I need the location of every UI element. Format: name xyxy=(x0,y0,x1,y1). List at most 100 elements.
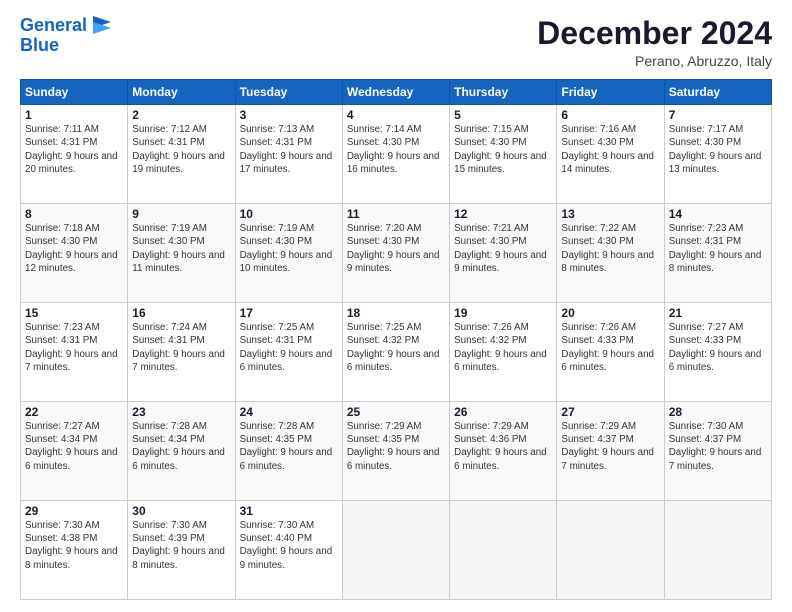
day-number: 5 xyxy=(454,108,552,122)
day-cell: 7Sunrise: 7:17 AMSunset: 4:30 PMDaylight… xyxy=(664,105,771,204)
day-cell xyxy=(664,501,771,600)
day-info: Sunrise: 7:20 AMSunset: 4:30 PMDaylight:… xyxy=(347,222,445,275)
weekday-header-monday: Monday xyxy=(128,80,235,105)
day-number: 28 xyxy=(669,405,767,419)
day-cell: 15Sunrise: 7:23 AMSunset: 4:31 PMDayligh… xyxy=(21,303,128,402)
day-info: Sunrise: 7:16 AMSunset: 4:30 PMDaylight:… xyxy=(561,123,659,176)
day-cell: 1Sunrise: 7:11 AMSunset: 4:31 PMDaylight… xyxy=(21,105,128,204)
day-info: Sunrise: 7:27 AMSunset: 4:34 PMDaylight:… xyxy=(25,420,123,473)
day-cell: 29Sunrise: 7:30 AMSunset: 4:38 PMDayligh… xyxy=(21,501,128,600)
week-row-2: 8Sunrise: 7:18 AMSunset: 4:30 PMDaylight… xyxy=(21,204,772,303)
day-number: 25 xyxy=(347,405,445,419)
calendar-table: SundayMondayTuesdayWednesdayThursdayFrid… xyxy=(20,79,772,600)
weekday-header-thursday: Thursday xyxy=(450,80,557,105)
logo-general: General xyxy=(20,15,87,35)
day-number: 14 xyxy=(669,207,767,221)
day-number: 31 xyxy=(240,504,338,518)
day-cell: 30Sunrise: 7:30 AMSunset: 4:39 PMDayligh… xyxy=(128,501,235,600)
day-number: 21 xyxy=(669,306,767,320)
page: General Blue December 2024 Perano, Abruz… xyxy=(0,0,792,612)
day-cell: 17Sunrise: 7:25 AMSunset: 4:31 PMDayligh… xyxy=(235,303,342,402)
day-info: Sunrise: 7:29 AMSunset: 4:36 PMDaylight:… xyxy=(454,420,552,473)
day-cell xyxy=(342,501,449,600)
day-number: 9 xyxy=(132,207,230,221)
day-cell: 14Sunrise: 7:23 AMSunset: 4:31 PMDayligh… xyxy=(664,204,771,303)
day-cell: 10Sunrise: 7:19 AMSunset: 4:30 PMDayligh… xyxy=(235,204,342,303)
day-info: Sunrise: 7:18 AMSunset: 4:30 PMDaylight:… xyxy=(25,222,123,275)
day-info: Sunrise: 7:23 AMSunset: 4:31 PMDaylight:… xyxy=(669,222,767,275)
day-info: Sunrise: 7:15 AMSunset: 4:30 PMDaylight:… xyxy=(454,123,552,176)
day-info: Sunrise: 7:19 AMSunset: 4:30 PMDaylight:… xyxy=(132,222,230,275)
day-number: 19 xyxy=(454,306,552,320)
day-info: Sunrise: 7:29 AMSunset: 4:35 PMDaylight:… xyxy=(347,420,445,473)
day-info: Sunrise: 7:22 AMSunset: 4:30 PMDaylight:… xyxy=(561,222,659,275)
day-info: Sunrise: 7:30 AMSunset: 4:40 PMDaylight:… xyxy=(240,519,338,572)
day-cell: 3Sunrise: 7:13 AMSunset: 4:31 PMDaylight… xyxy=(235,105,342,204)
day-cell: 21Sunrise: 7:27 AMSunset: 4:33 PMDayligh… xyxy=(664,303,771,402)
location: Perano, Abruzzo, Italy xyxy=(537,53,772,69)
logo-blue: Blue xyxy=(20,36,59,56)
day-info: Sunrise: 7:23 AMSunset: 4:31 PMDaylight:… xyxy=(25,321,123,374)
day-info: Sunrise: 7:30 AMSunset: 4:38 PMDaylight:… xyxy=(25,519,123,572)
day-cell: 24Sunrise: 7:28 AMSunset: 4:35 PMDayligh… xyxy=(235,402,342,501)
day-info: Sunrise: 7:30 AMSunset: 4:37 PMDaylight:… xyxy=(669,420,767,473)
week-row-4: 22Sunrise: 7:27 AMSunset: 4:34 PMDayligh… xyxy=(21,402,772,501)
logo: General Blue xyxy=(20,16,111,56)
month-title: December 2024 xyxy=(537,16,772,51)
day-info: Sunrise: 7:12 AMSunset: 4:31 PMDaylight:… xyxy=(132,123,230,176)
day-number: 27 xyxy=(561,405,659,419)
day-cell: 20Sunrise: 7:26 AMSunset: 4:33 PMDayligh… xyxy=(557,303,664,402)
day-info: Sunrise: 7:19 AMSunset: 4:30 PMDaylight:… xyxy=(240,222,338,275)
title-block: December 2024 Perano, Abruzzo, Italy xyxy=(537,16,772,69)
day-number: 26 xyxy=(454,405,552,419)
week-row-5: 29Sunrise: 7:30 AMSunset: 4:38 PMDayligh… xyxy=(21,501,772,600)
day-number: 7 xyxy=(669,108,767,122)
day-info: Sunrise: 7:26 AMSunset: 4:33 PMDaylight:… xyxy=(561,321,659,374)
day-cell: 6Sunrise: 7:16 AMSunset: 4:30 PMDaylight… xyxy=(557,105,664,204)
day-info: Sunrise: 7:30 AMSunset: 4:39 PMDaylight:… xyxy=(132,519,230,572)
day-number: 2 xyxy=(132,108,230,122)
weekday-header-sunday: Sunday xyxy=(21,80,128,105)
day-number: 3 xyxy=(240,108,338,122)
week-row-1: 1Sunrise: 7:11 AMSunset: 4:31 PMDaylight… xyxy=(21,105,772,204)
day-number: 13 xyxy=(561,207,659,221)
logo-flag-icon xyxy=(89,16,111,34)
day-number: 15 xyxy=(25,306,123,320)
header: General Blue December 2024 Perano, Abruz… xyxy=(20,16,772,69)
day-cell xyxy=(450,501,557,600)
day-number: 29 xyxy=(25,504,123,518)
day-number: 17 xyxy=(240,306,338,320)
day-cell: 5Sunrise: 7:15 AMSunset: 4:30 PMDaylight… xyxy=(450,105,557,204)
day-cell: 26Sunrise: 7:29 AMSunset: 4:36 PMDayligh… xyxy=(450,402,557,501)
day-number: 11 xyxy=(347,207,445,221)
weekday-header-row: SundayMondayTuesdayWednesdayThursdayFrid… xyxy=(21,80,772,105)
day-number: 10 xyxy=(240,207,338,221)
day-number: 6 xyxy=(561,108,659,122)
day-number: 30 xyxy=(132,504,230,518)
day-number: 4 xyxy=(347,108,445,122)
day-cell: 22Sunrise: 7:27 AMSunset: 4:34 PMDayligh… xyxy=(21,402,128,501)
day-number: 23 xyxy=(132,405,230,419)
day-info: Sunrise: 7:14 AMSunset: 4:30 PMDaylight:… xyxy=(347,123,445,176)
day-info: Sunrise: 7:17 AMSunset: 4:30 PMDaylight:… xyxy=(669,123,767,176)
day-cell: 12Sunrise: 7:21 AMSunset: 4:30 PMDayligh… xyxy=(450,204,557,303)
day-number: 12 xyxy=(454,207,552,221)
day-info: Sunrise: 7:29 AMSunset: 4:37 PMDaylight:… xyxy=(561,420,659,473)
day-info: Sunrise: 7:25 AMSunset: 4:32 PMDaylight:… xyxy=(347,321,445,374)
day-cell: 13Sunrise: 7:22 AMSunset: 4:30 PMDayligh… xyxy=(557,204,664,303)
day-info: Sunrise: 7:21 AMSunset: 4:30 PMDaylight:… xyxy=(454,222,552,275)
day-cell: 27Sunrise: 7:29 AMSunset: 4:37 PMDayligh… xyxy=(557,402,664,501)
day-cell: 11Sunrise: 7:20 AMSunset: 4:30 PMDayligh… xyxy=(342,204,449,303)
weekday-header-friday: Friday xyxy=(557,80,664,105)
day-info: Sunrise: 7:27 AMSunset: 4:33 PMDaylight:… xyxy=(669,321,767,374)
day-cell xyxy=(557,501,664,600)
day-info: Sunrise: 7:28 AMSunset: 4:34 PMDaylight:… xyxy=(132,420,230,473)
week-row-3: 15Sunrise: 7:23 AMSunset: 4:31 PMDayligh… xyxy=(21,303,772,402)
day-number: 20 xyxy=(561,306,659,320)
day-info: Sunrise: 7:25 AMSunset: 4:31 PMDaylight:… xyxy=(240,321,338,374)
day-cell: 8Sunrise: 7:18 AMSunset: 4:30 PMDaylight… xyxy=(21,204,128,303)
day-cell: 4Sunrise: 7:14 AMSunset: 4:30 PMDaylight… xyxy=(342,105,449,204)
day-number: 16 xyxy=(132,306,230,320)
day-cell: 16Sunrise: 7:24 AMSunset: 4:31 PMDayligh… xyxy=(128,303,235,402)
day-cell: 31Sunrise: 7:30 AMSunset: 4:40 PMDayligh… xyxy=(235,501,342,600)
